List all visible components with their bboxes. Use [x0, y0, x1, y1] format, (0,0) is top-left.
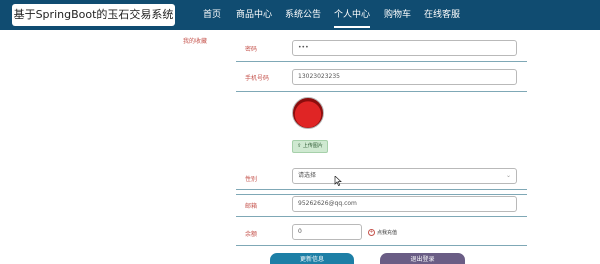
phone-field[interactable]: 13023023235: [292, 69, 517, 85]
nav-home[interactable]: 首页: [203, 0, 221, 30]
upload-label: 上传图片: [302, 143, 323, 149]
email-label: 邮箱: [245, 203, 258, 210]
profile-form: 密码 ••• 手机号码 13023023235 ⇪ 上传图片 性别 请选择 ⌄ …: [236, 32, 527, 264]
recharge-icon: +: [368, 229, 375, 236]
password-label: 密码: [245, 46, 258, 53]
site-title: 基于SpringBoot的玉石交易系统: [12, 4, 175, 26]
balance-label: 余额: [245, 231, 258, 238]
balance-field[interactable]: 0: [292, 224, 362, 240]
gender-select-value: 请选择: [298, 172, 317, 179]
gender-row: 性别 请选择 ⌄: [236, 163, 527, 190]
password-row: 密码 •••: [236, 32, 527, 62]
nav-personal-center[interactable]: 个人中心: [334, 0, 371, 30]
mouse-pointer-icon: [334, 176, 342, 186]
email-row: 邮箱 95262626@qq.com: [236, 190, 527, 217]
upload-icon: ⇪: [297, 143, 302, 149]
nav-online-service[interactable]: 在线客服: [424, 0, 460, 30]
phone-row: 手机号码 13023023235: [236, 62, 527, 92]
email-field[interactable]: 95262626@qq.com: [292, 196, 517, 212]
password-field[interactable]: •••: [292, 40, 517, 56]
nav-shopping-cart[interactable]: 购物车: [384, 0, 411, 30]
chevron-down-icon: ⌄: [505, 172, 511, 179]
sidebar-item-favorites[interactable]: 我的收藏: [183, 36, 207, 45]
avatar: [292, 97, 324, 129]
nav-announcements[interactable]: 系统公告: [285, 0, 321, 30]
nav-product-center[interactable]: 商品中心: [236, 0, 272, 30]
top-navigation-bar: 基于SpringBoot的玉石交易系统 首页 商品中心 系统公告 个人中心 购物…: [0, 0, 600, 30]
update-info-button[interactable]: 更新信息: [270, 253, 354, 264]
upload-image-button[interactable]: ⇪ 上传图片: [292, 140, 328, 153]
logout-button[interactable]: 退出登录: [380, 253, 465, 264]
recharge-label: 点我充值: [377, 230, 398, 236]
recharge-link[interactable]: + 点我充值: [368, 229, 397, 236]
gender-label: 性别: [245, 176, 258, 183]
balance-row: 余额 0 + 点我充值: [236, 217, 527, 246]
gender-select[interactable]: 请选择 ⌄: [292, 168, 517, 184]
phone-label: 手机号码: [245, 75, 270, 82]
